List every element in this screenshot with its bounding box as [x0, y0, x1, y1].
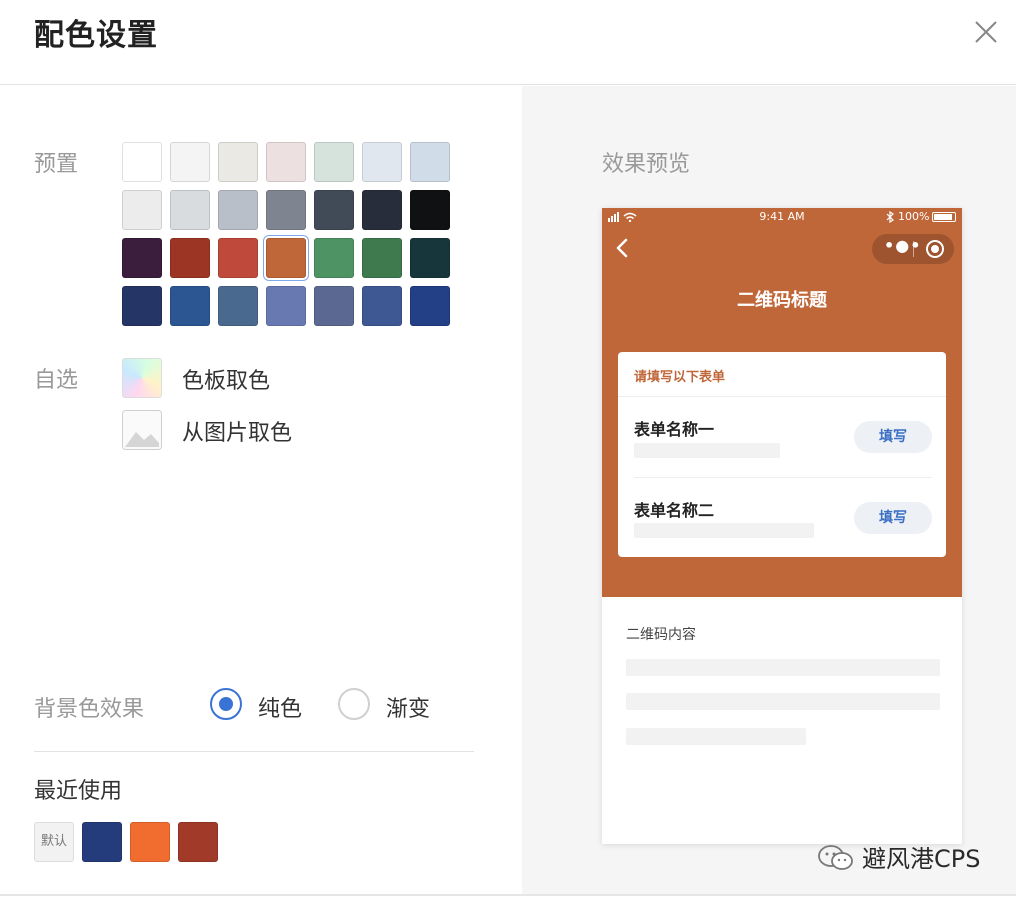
bottom-border — [0, 894, 1016, 896]
content-placeholder-1 — [626, 659, 940, 676]
content-placeholder-2 — [626, 693, 940, 710]
recent-label: 最近使用 — [34, 779, 123, 804]
more-dots-icon[interactable]: •●• — [884, 236, 921, 255]
preset-swatch-4-5[interactable] — [314, 286, 354, 326]
preset-label: 预置 — [34, 152, 79, 177]
custom-label: 自选 — [34, 368, 79, 393]
preview-label: 效果预览 — [602, 152, 691, 177]
miniprogram-capsule: •●• — [872, 234, 954, 264]
preset-swatch-2-6[interactable] — [362, 190, 402, 230]
preset-swatch-1-6[interactable] — [362, 142, 402, 182]
image-icon[interactable] — [122, 410, 162, 450]
form-heading: 请填写以下表单 — [634, 370, 726, 385]
signal-icon — [608, 212, 637, 222]
preset-swatch-3-7[interactable] — [410, 238, 450, 278]
preset-swatch-3-2[interactable] — [170, 238, 210, 278]
phone-preview: 9:41 AM 100% •●• 二维码标题 请填写以下表单 表单名称一 填写 — [602, 208, 962, 844]
preset-swatch-4-4[interactable] — [266, 286, 306, 326]
status-time: 9:41 AM — [759, 210, 805, 223]
preset-swatch-2-1[interactable] — [122, 190, 162, 230]
form-name-1: 表单名称一 — [634, 420, 715, 439]
preset-swatch-2-5[interactable] — [314, 190, 354, 230]
radio-gradient-label[interactable]: 渐变 — [386, 691, 430, 723]
preset-swatch-2-3[interactable] — [218, 190, 258, 230]
palette-gradient-icon[interactable] — [122, 358, 162, 398]
form-row-divider — [634, 477, 932, 478]
wechat-icon — [818, 845, 853, 870]
palette-pick-button[interactable]: 色板取色 — [182, 363, 270, 395]
preset-swatch-3-5[interactable] — [314, 238, 354, 278]
back-chevron-icon[interactable] — [612, 236, 632, 260]
preset-swatch-4-6[interactable] — [362, 286, 402, 326]
dialog-title: 配色设置 — [34, 18, 158, 53]
radio-gradient[interactable] — [338, 688, 370, 720]
close-icon[interactable] — [970, 16, 1002, 48]
color-settings-dialog: 配色设置 预置 自选 色板取色 从图片取色 背景色效果 纯色 渐变 最近使用 默… — [0, 0, 1016, 900]
preset-swatch-2-4[interactable] — [266, 190, 306, 230]
preset-swatch-3-6[interactable] — [362, 238, 402, 278]
recent-swatch-1[interactable] — [82, 822, 122, 862]
fill-button-1[interactable]: 填写 — [854, 421, 932, 453]
content-placeholder-3 — [626, 728, 806, 745]
preset-swatch-1-4[interactable] — [266, 142, 306, 182]
watermark-text: 避风港CPS — [862, 845, 981, 873]
recent-swatch-2[interactable] — [130, 822, 170, 862]
battery-icon — [932, 212, 956, 222]
dialog-header: 配色设置 — [0, 0, 1016, 85]
target-icon[interactable] — [926, 240, 944, 258]
bluetooth-icon — [886, 211, 894, 223]
section-divider — [34, 751, 474, 752]
recent-default-swatch[interactable]: 默认 — [34, 822, 74, 862]
preset-swatch-3-1[interactable] — [122, 238, 162, 278]
preset-swatch-4-1[interactable] — [122, 286, 162, 326]
qr-content-label: 二维码内容 — [626, 627, 696, 643]
preset-swatch-1-3[interactable] — [218, 142, 258, 182]
capsule-separator — [913, 241, 914, 257]
preset-swatch-3-4[interactable] — [266, 238, 306, 278]
preset-swatch-3-3[interactable] — [218, 238, 258, 278]
radio-solid-label[interactable]: 纯色 — [258, 691, 302, 723]
preset-swatch-4-3[interactable] — [218, 286, 258, 326]
form-placeholder-2 — [634, 523, 814, 538]
form-placeholder-1 — [634, 443, 780, 458]
preset-swatch-2-2[interactable] — [170, 190, 210, 230]
preset-swatch-2-7[interactable] — [410, 190, 450, 230]
fill-button-2[interactable]: 填写 — [854, 502, 932, 534]
form-heading-divider — [618, 396, 946, 397]
form-card: 请填写以下表单 表单名称一 填写 表单名称二 填写 — [618, 352, 946, 557]
form-name-2: 表单名称二 — [634, 501, 715, 520]
battery-percent: 100% — [898, 210, 930, 223]
image-pick-button[interactable]: 从图片取色 — [182, 415, 292, 447]
preset-swatch-1-2[interactable] — [170, 142, 210, 182]
recent-swatch-3[interactable] — [178, 822, 218, 862]
preset-swatch-1-5[interactable] — [314, 142, 354, 182]
phone-header-area: 9:41 AM 100% •●• 二维码标题 请填写以下表单 表单名称一 填写 — [602, 208, 962, 597]
preset-swatch-4-2[interactable] — [170, 286, 210, 326]
radio-solid[interactable] — [210, 688, 242, 720]
qr-title: 二维码标题 — [737, 290, 827, 311]
preset-swatch-4-7[interactable] — [410, 286, 450, 326]
preset-swatch-1-1[interactable] — [122, 142, 162, 182]
background-effect-label: 背景色效果 — [34, 697, 145, 722]
preset-swatch-1-7[interactable] — [410, 142, 450, 182]
